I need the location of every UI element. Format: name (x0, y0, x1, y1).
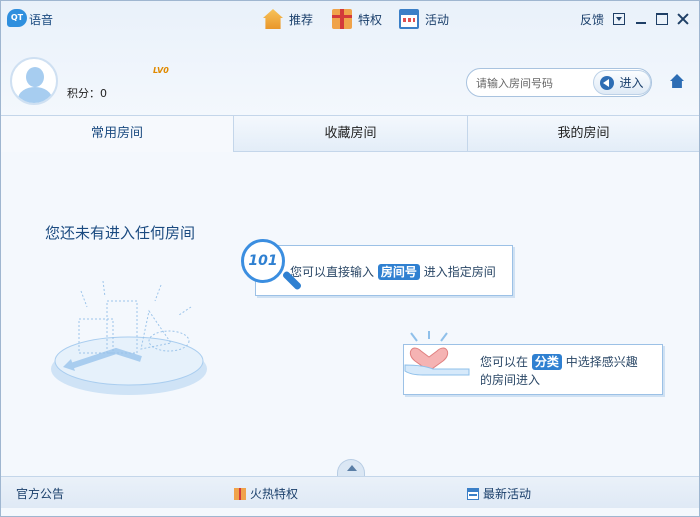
tab-my-rooms[interactable]: 我的房间 (468, 116, 699, 152)
footer-announcement-label: 官方公告 (16, 487, 65, 501)
enter-room-label: 进入 (619, 76, 644, 90)
tip1-text: 您可以直接输入 房间号 进入指定房间 (290, 264, 496, 280)
tab-favorite-rooms[interactable]: 收藏房间 (234, 116, 468, 152)
close-icon[interactable] (677, 13, 689, 25)
empty-rooms-illustration-icon (51, 280, 207, 395)
minimize-icon[interactable] (635, 13, 647, 25)
tip2-text: 您可以在 分类 中选择感兴趣 的房间进入 (480, 354, 638, 387)
maximize-icon[interactable] (656, 13, 668, 25)
avatar[interactable] (10, 57, 58, 105)
footer-latest-activity[interactable]: 最新活动 (467, 485, 531, 502)
footer-bar: 官方公告 火热特权 最新活动 (1, 476, 699, 508)
footer-hot-privilege-label: 火热特权 (250, 487, 299, 501)
home-icon[interactable] (670, 74, 684, 88)
nav-activity[interactable]: 活动 (399, 9, 449, 29)
title-bar: QT 语音 推荐 特权 活动 反馈 (1, 1, 699, 39)
nav-recommend[interactable]: 推荐 (263, 9, 313, 29)
app-title: 语音 (29, 13, 54, 27)
feedback-link[interactable]: 反馈 (580, 11, 604, 28)
app-logo-icon: QT (7, 9, 27, 27)
level-badge: LV0 (153, 66, 169, 75)
nav-recommend-label: 推荐 (289, 12, 314, 27)
enter-arrow-icon (600, 75, 615, 90)
room-tabs: 常用房间 收藏房间 我的房间 (1, 115, 699, 152)
magnifier-icon: 101 (241, 239, 285, 283)
footer-latest-activity-label: 最新活动 (483, 487, 532, 501)
room-search-box: 进入 (466, 68, 652, 97)
nav-activity-label: 活动 (425, 12, 450, 27)
tab-frequent-rooms[interactable]: 常用房间 (1, 116, 234, 152)
empty-state-message: 您还未有进入任何房间 (45, 224, 196, 242)
menu-dropdown-icon[interactable] (613, 13, 625, 25)
heart-hand-icon (404, 331, 470, 376)
room-number-input[interactable] (476, 74, 591, 92)
tip-card-room-number: 您可以直接输入 房间号 进入指定房间 (255, 245, 513, 296)
tip1-highlight: 房间号 (377, 264, 420, 280)
calendar-icon (467, 487, 479, 500)
nav-privilege[interactable]: 特权 (332, 9, 382, 29)
house-icon (263, 9, 283, 29)
scroll-up-button[interactable] (337, 459, 365, 477)
calendar-icon (399, 9, 419, 29)
enter-room-button[interactable]: 进入 (593, 70, 651, 95)
gift-icon (234, 487, 246, 500)
footer-announcement[interactable]: 官方公告 (16, 485, 64, 502)
score-label: 积分：0 (67, 87, 107, 100)
main-window: QT 语音 推荐 特权 活动 反馈 LV0 积分：0 进入 (0, 0, 700, 517)
footer-hot-privilege[interactable]: 火热特权 (234, 485, 298, 502)
tip2-highlight: 分类 (531, 354, 562, 370)
gift-icon (332, 9, 352, 29)
nav-privilege-label: 特权 (358, 12, 383, 27)
